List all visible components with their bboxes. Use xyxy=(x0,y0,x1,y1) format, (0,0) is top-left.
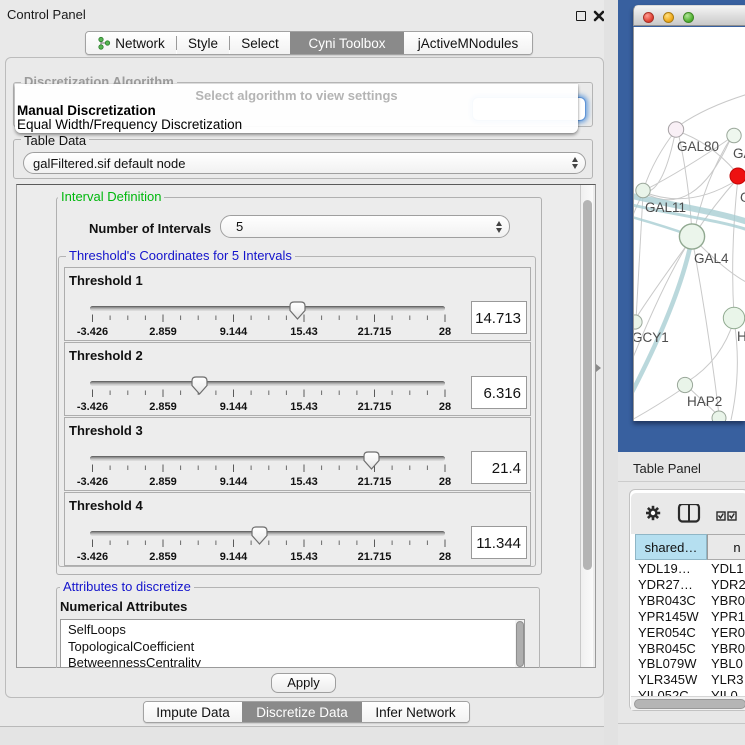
svg-text:GAL11: GAL11 xyxy=(645,200,686,215)
svg-text:GA: GA xyxy=(733,146,745,161)
svg-text:HAP2: HAP2 xyxy=(687,394,722,409)
svg-text:GAL80: GAL80 xyxy=(677,139,719,154)
svg-text:GAL4: GAL4 xyxy=(694,251,729,266)
svg-text:G: G xyxy=(740,190,745,205)
svg-text:H: H xyxy=(737,329,745,344)
svg-text:GCY1: GCY1 xyxy=(634,330,669,345)
